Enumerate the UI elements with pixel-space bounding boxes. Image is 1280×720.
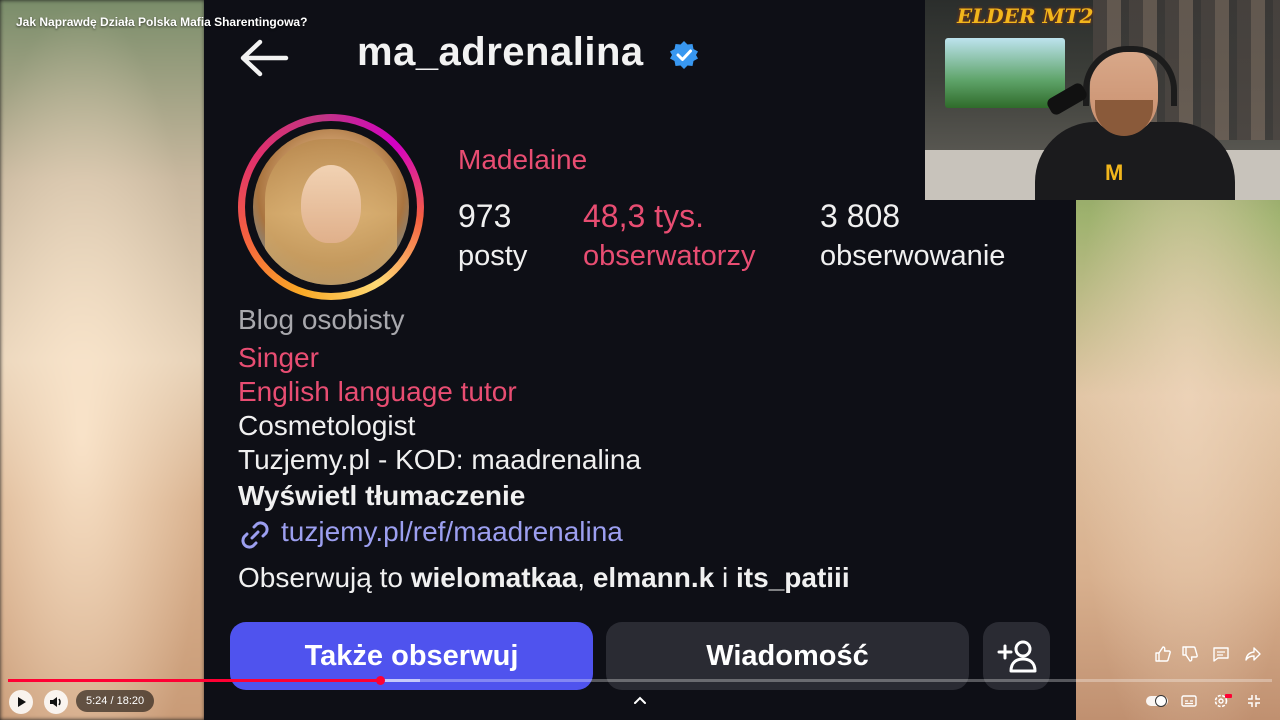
followed-by-user[interactable]: its_patiii bbox=[736, 562, 850, 593]
progress-scrubber-handle[interactable] bbox=[376, 676, 385, 685]
posts-label[interactable]: posty bbox=[458, 240, 527, 273]
followed-by-user[interactable]: elmann.k bbox=[593, 562, 714, 593]
profile-link-text[interactable]: tuzjemy.pl/ref/maadrenalina bbox=[281, 516, 623, 548]
avatar-face bbox=[301, 165, 361, 243]
progress-played bbox=[8, 679, 380, 682]
verified-badge-icon bbox=[670, 41, 698, 69]
play-icon bbox=[18, 697, 26, 707]
avatar-gap bbox=[245, 121, 417, 293]
volume-icon bbox=[50, 697, 61, 707]
back-arrow-icon[interactable] bbox=[238, 38, 290, 78]
dislike-icon[interactable] bbox=[1181, 645, 1199, 663]
followed-by-separator: i bbox=[722, 562, 729, 593]
profile-avatar[interactable] bbox=[238, 114, 424, 300]
settings-icon[interactable] bbox=[1212, 692, 1232, 710]
time-display: 5:24 / 18:20 bbox=[76, 690, 155, 712]
translate-link[interactable]: Wyświetl tłumaczenie bbox=[238, 480, 525, 512]
posts-count[interactable]: 973 bbox=[458, 198, 511, 235]
bio-line: Tuzjemy.pl - KOD: maadrenalina bbox=[238, 444, 642, 475]
followed-by-user[interactable]: wielomatkaa bbox=[411, 562, 578, 593]
bio-line: English language tutor bbox=[238, 376, 517, 407]
play-button[interactable] bbox=[9, 690, 33, 714]
bio-line: Cosmetologist bbox=[238, 410, 416, 441]
chevron-up-icon[interactable] bbox=[632, 694, 648, 706]
comment-icon[interactable] bbox=[1212, 645, 1230, 663]
followed-by-line[interactable]: Obserwują to wielomatkaa, elmann.k i its… bbox=[238, 562, 850, 594]
video-title[interactable]: Jak Naprawdę Działa Polska Mafia Sharent… bbox=[16, 15, 307, 29]
following-label[interactable]: obserwowanie bbox=[820, 240, 1005, 273]
like-icon[interactable] bbox=[1154, 645, 1172, 663]
share-icon[interactable] bbox=[1244, 645, 1262, 663]
profile-username: ma_adrenalina bbox=[357, 30, 644, 74]
add-person-icon bbox=[997, 640, 1036, 673]
webcam-aquarium bbox=[945, 38, 1065, 108]
followed-by-separator: , bbox=[577, 562, 586, 593]
volume-button[interactable] bbox=[44, 690, 68, 714]
bio-line: Singer bbox=[238, 342, 319, 373]
streamer-webcam: M ELDER MT2 bbox=[925, 0, 1280, 200]
profile-category: Blog osobisty bbox=[238, 304, 405, 335]
avatar-photo bbox=[253, 129, 409, 285]
followers-label[interactable]: obserwatorzy bbox=[583, 240, 755, 273]
exit-fullscreen-icon[interactable] bbox=[1246, 693, 1262, 709]
link-icon bbox=[241, 521, 269, 549]
shirt-logo: M bbox=[1105, 160, 1124, 185]
autoplay-toggle-icon[interactable] bbox=[1145, 694, 1169, 708]
subtitles-icon[interactable] bbox=[1181, 693, 1197, 709]
followed-by-prefix: Obserwują to bbox=[238, 562, 403, 593]
followers-count[interactable]: 48,3 tys. bbox=[583, 198, 704, 235]
profile-display-name: Madelaine bbox=[458, 144, 588, 175]
blurred-background-left bbox=[0, 0, 205, 720]
following-count[interactable]: 3 808 bbox=[820, 198, 900, 235]
webcam-brand-sign: ELDER MT2 bbox=[957, 4, 1094, 28]
